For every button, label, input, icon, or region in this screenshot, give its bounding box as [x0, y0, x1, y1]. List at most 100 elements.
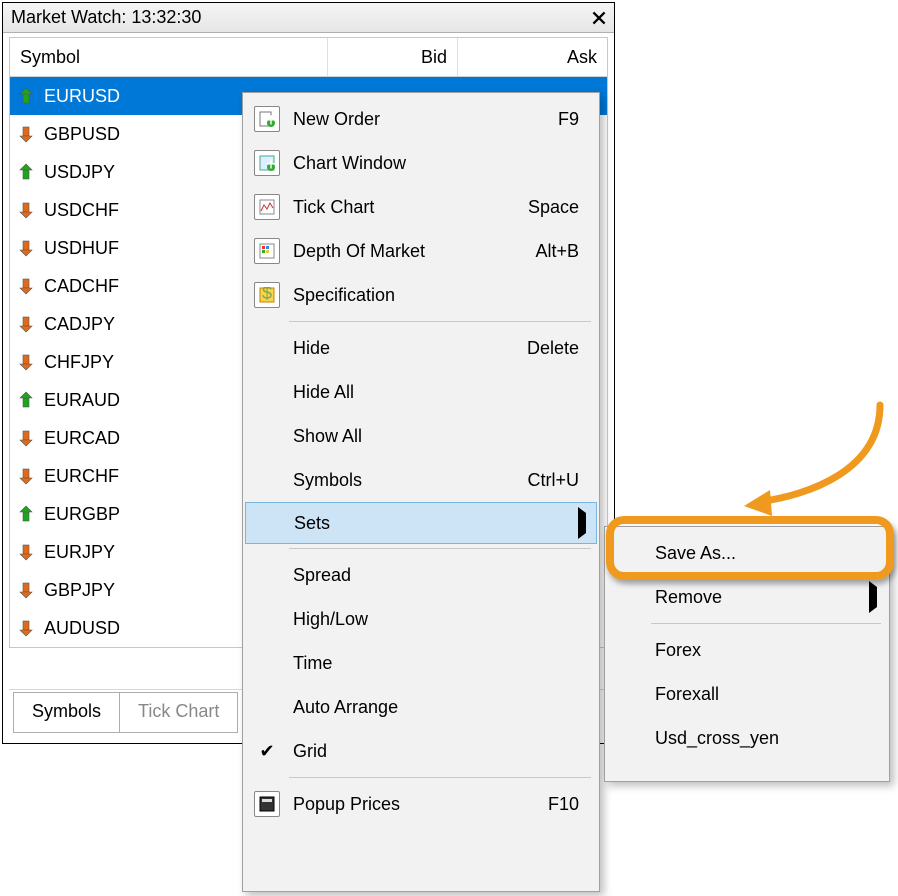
header-symbol[interactable]: Symbol — [10, 38, 327, 76]
menu-item[interactable]: Save As... — [607, 531, 887, 575]
menu-label: Depth Of Market — [289, 241, 535, 262]
menu-item[interactable]: + Chart Window — [245, 141, 597, 185]
menu-separator — [289, 321, 591, 322]
symbol-label: EURGBP — [44, 504, 120, 525]
menu-item[interactable]: $ Specification — [245, 273, 597, 317]
menu-label: Remove — [651, 587, 869, 608]
direction-up-icon — [16, 86, 36, 106]
symbol-label: EURUSD — [44, 86, 120, 107]
symbol-label: USDHUF — [44, 238, 119, 259]
tick-chart-icon — [254, 194, 280, 220]
menu-label: Symbols — [289, 470, 527, 491]
menu-item[interactable]: Hide Delete — [245, 326, 597, 370]
menu-label: New Order — [289, 109, 558, 130]
menu-item[interactable]: Time — [245, 641, 597, 685]
menu-label: Forexall — [651, 684, 887, 705]
menu-label: Hide All — [289, 382, 597, 403]
menu-item[interactable]: Popup Prices F10 — [245, 782, 597, 826]
menu-item[interactable]: Show All — [245, 414, 597, 458]
menu-shortcut: Alt+B — [535, 241, 597, 262]
menu-item[interactable]: Depth Of Market Alt+B — [245, 229, 597, 273]
menu-item[interactable]: Auto Arrange — [245, 685, 597, 729]
menu-shortcut: Space — [528, 197, 597, 218]
close-icon[interactable] — [590, 9, 608, 27]
direction-down-icon — [16, 314, 36, 334]
symbol-label: EURCAD — [44, 428, 120, 449]
symbol-label: USDCHF — [44, 200, 119, 221]
svg-text:+: + — [266, 111, 275, 127]
menu-item[interactable]: ✔ Grid — [245, 729, 597, 773]
check-icon: ✔ — [259, 741, 274, 762]
menu-label: Tick Chart — [289, 197, 528, 218]
direction-up-icon — [16, 504, 36, 524]
menu-label: Grid — [289, 741, 597, 762]
symbol-label: CADJPY — [44, 314, 115, 335]
direction-down-icon — [16, 466, 36, 486]
menu-shortcut: Delete — [527, 338, 597, 359]
menu-item[interactable]: Symbols Ctrl+U — [245, 458, 597, 502]
direction-down-icon — [16, 428, 36, 448]
title-bar: Market Watch: 13:32:30 — [3, 3, 614, 33]
direction-down-icon — [16, 200, 36, 220]
header-bid[interactable]: Bid — [327, 38, 457, 76]
symbol-label: CHFJPY — [44, 352, 114, 373]
menu-label: Auto Arrange — [289, 697, 597, 718]
depth-icon — [254, 238, 280, 264]
menu-label: Usd_cross_yen — [651, 728, 887, 749]
symbol-label: EURCHF — [44, 466, 119, 487]
direction-down-icon — [16, 352, 36, 372]
symbol-label: CADCHF — [44, 276, 119, 297]
submenu-arrow-icon — [869, 587, 887, 608]
panel-title: Market Watch: 13:32:30 — [9, 7, 590, 28]
svg-text:+: + — [266, 155, 275, 171]
column-headers: Symbol Bid Ask — [9, 37, 608, 77]
menu-item[interactable]: Spread — [245, 553, 597, 597]
menu-label: Time — [289, 653, 597, 674]
symbol-label: GBPJPY — [44, 580, 115, 601]
direction-down-icon — [16, 124, 36, 144]
menu-item[interactable]: Forex — [607, 628, 887, 672]
menu-separator — [289, 548, 591, 549]
menu-shortcut: F10 — [548, 794, 597, 815]
symbol-label: EURAUD — [44, 390, 120, 411]
symbol-label: AUDUSD — [44, 618, 120, 639]
menu-item[interactable]: Forexall — [607, 672, 887, 716]
direction-down-icon — [16, 276, 36, 296]
menu-item[interactable]: Sets — [245, 502, 597, 544]
direction-down-icon — [16, 580, 36, 600]
spec-icon: $ — [254, 282, 280, 308]
submenu-arrow-icon — [578, 513, 596, 534]
menu-item[interactable]: High/Low — [245, 597, 597, 641]
menu-separator — [651, 623, 881, 624]
menu-label: High/Low — [289, 609, 597, 630]
menu-label: Hide — [289, 338, 527, 359]
annotation-arrow-icon — [730, 400, 890, 520]
symbol-label: USDJPY — [44, 162, 115, 183]
menu-shortcut: F9 — [558, 109, 597, 130]
menu-item[interactable]: Tick Chart Space — [245, 185, 597, 229]
tab-symbols[interactable]: Symbols — [13, 692, 120, 733]
direction-down-icon — [16, 618, 36, 638]
symbol-label: GBPUSD — [44, 124, 120, 145]
context-menu: + New Order F9 + Chart Window Tick Chart… — [242, 92, 600, 892]
menu-label: Show All — [289, 426, 597, 447]
menu-label: Specification — [289, 285, 597, 306]
menu-label: Save As... — [651, 543, 887, 564]
menu-item[interactable]: Remove — [607, 575, 887, 619]
direction-down-icon — [16, 238, 36, 258]
menu-item[interactable]: Usd_cross_yen — [607, 716, 887, 760]
direction-down-icon — [16, 542, 36, 562]
menu-label: Sets — [290, 513, 578, 534]
header-ask[interactable]: Ask — [457, 38, 607, 76]
symbol-label: EURJPY — [44, 542, 115, 563]
menu-label: Spread — [289, 565, 597, 586]
menu-label: Popup Prices — [289, 794, 548, 815]
menu-item[interactable]: Hide All — [245, 370, 597, 414]
menu-shortcut: Ctrl+U — [527, 470, 597, 491]
menu-label: Chart Window — [289, 153, 597, 174]
new-order-icon: + — [254, 106, 280, 132]
tab-tick-chart[interactable]: Tick Chart — [120, 692, 238, 733]
direction-up-icon — [16, 390, 36, 410]
menu-label: Forex — [651, 640, 887, 661]
menu-item[interactable]: + New Order F9 — [245, 97, 597, 141]
